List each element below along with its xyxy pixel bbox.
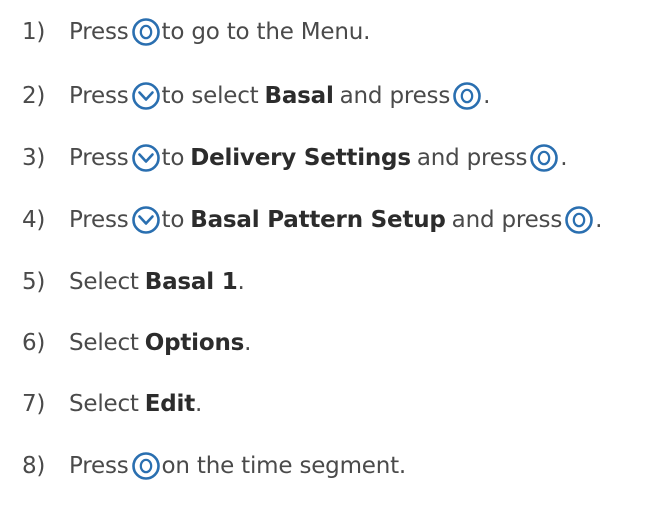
menu-item-name: Delivery Settings [190, 145, 411, 171]
step-punctuation: . [483, 83, 491, 109]
step-number: 5) [22, 269, 46, 295]
instruction-steps: 1) Press to go to the Menu. 2) Press to … [0, 0, 670, 506]
step-punctuation: . [244, 330, 252, 356]
step-text: to [161, 145, 185, 171]
step-4: 4) Press to Basal Pattern Setup and pres… [22, 200, 602, 240]
step-number: 4) [22, 207, 46, 233]
step-text: Select [69, 391, 139, 417]
menu-item-name: Basal 1 [144, 269, 238, 295]
step-6: 6) Select Options. [22, 323, 251, 363]
step-text: Select [69, 330, 139, 356]
step-text: and press [339, 83, 451, 109]
step-3: 3) Press to Delivery Settings and press … [22, 138, 568, 178]
step-text: Select [69, 269, 139, 295]
step-number: 3) [22, 145, 46, 171]
step-number: 2) [22, 83, 46, 109]
step-text: Press [69, 145, 129, 171]
step-text: on the time segment. [161, 453, 407, 479]
step-text: to go to the Menu. [161, 19, 371, 45]
step-text: Press [69, 83, 129, 109]
step-punctuation: . [237, 269, 245, 295]
step-text: Press [69, 453, 129, 479]
step-text: Press [69, 207, 129, 233]
step-punctuation: . [195, 391, 203, 417]
chevron-down-button-icon [131, 205, 161, 235]
step-punctuation: . [595, 207, 603, 233]
circle-o-button-icon [131, 17, 161, 47]
step-text: and press [451, 207, 563, 233]
step-number: 6) [22, 330, 46, 356]
step-text: to [161, 207, 185, 233]
circle-o-button-icon [452, 81, 482, 111]
circle-o-button-icon [131, 451, 161, 481]
step-2: 2) Press to select Basal and press . [22, 76, 490, 116]
chevron-down-button-icon [131, 81, 161, 111]
step-number: 8) [22, 453, 46, 479]
menu-item-name: Edit [144, 391, 196, 417]
menu-item-name: Basal Pattern Setup [190, 207, 446, 233]
circle-o-button-icon [564, 205, 594, 235]
step-number: 7) [22, 391, 46, 417]
menu-item-name: Basal [264, 83, 334, 109]
step-punctuation: . [560, 145, 568, 171]
step-7: 7) Select Edit. [22, 384, 202, 424]
circle-o-button-icon [529, 143, 559, 173]
step-text: to select [161, 83, 259, 109]
step-text: and press [416, 145, 528, 171]
menu-item-name: Options [144, 330, 245, 356]
step-5: 5) Select Basal 1. [22, 262, 245, 302]
chevron-down-button-icon [131, 143, 161, 173]
step-number: 1) [22, 19, 46, 45]
step-text: Press [69, 19, 129, 45]
step-8: 8) Press on the time segment. [22, 446, 406, 486]
step-1: 1) Press to go to the Menu. [22, 12, 370, 52]
